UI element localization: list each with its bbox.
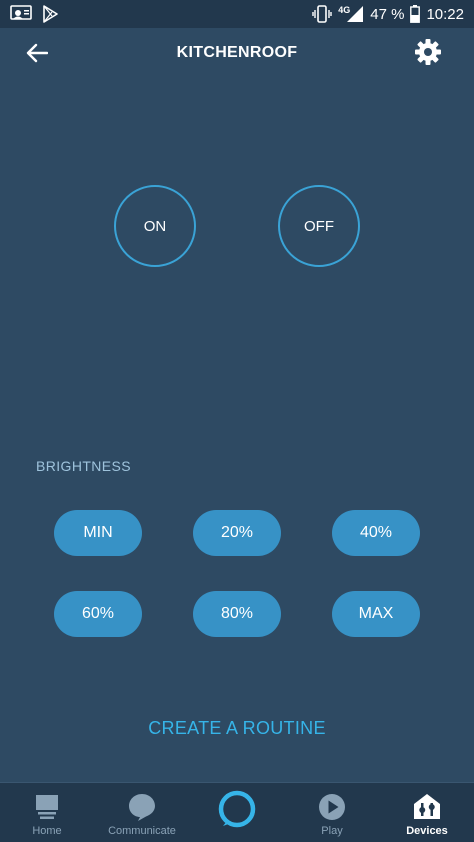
nav-communicate-label: Communicate [108, 825, 176, 837]
brightness-option-label: 40% [359, 524, 393, 541]
brightness-max-button[interactable]: MAX [332, 591, 420, 637]
play-store-icon [42, 5, 58, 23]
brightness-option-label: 80% [220, 605, 254, 622]
signal-icon: 4G [338, 5, 364, 23]
off-button[interactable]: OFF [278, 185, 360, 267]
clock: 10:22 [426, 5, 464, 23]
nav-alexa[interactable] [190, 783, 284, 842]
brightness-label: BRIGHTNESS [36, 458, 132, 474]
brightness-option-label: 60% [81, 605, 115, 622]
nav-play-label: Play [321, 825, 343, 837]
off-button-label: OFF [304, 217, 334, 235]
communicate-icon [127, 791, 157, 823]
status-right: 4G 47 % 10:22 [312, 5, 464, 23]
settings-button[interactable] [412, 38, 444, 70]
nav-home[interactable]: Home [0, 783, 94, 842]
battery-icon [410, 5, 421, 23]
status-bar: 4G 47 % 10:22 [0, 0, 474, 28]
brightness-option-label: MIN [83, 524, 113, 541]
nav-home-label: Home [32, 825, 62, 837]
brightness-option-label: MAX [358, 605, 394, 622]
create-routine-link[interactable]: CREATE A ROUTINE [0, 718, 474, 739]
header: KITCHENROOF [0, 28, 474, 80]
page-title: KITCHENROOF [176, 44, 298, 61]
contact-card-icon [10, 5, 32, 23]
brightness-min-button[interactable]: MIN [54, 510, 142, 556]
nav-devices-label: Devices [406, 825, 448, 837]
alexa-icon [217, 790, 257, 828]
on-button[interactable]: ON [114, 185, 196, 267]
brightness-40-button[interactable]: 40% [332, 510, 420, 556]
vibrate-icon [312, 5, 332, 23]
nav-play[interactable]: Play [285, 783, 379, 842]
devices-icon [412, 791, 442, 823]
home-icon [33, 791, 61, 823]
gear-icon [414, 38, 442, 71]
brightness-20-button[interactable]: 20% [193, 510, 281, 556]
play-icon [317, 791, 347, 823]
brightness-80-button[interactable]: 80% [193, 591, 281, 637]
nav-communicate[interactable]: Communicate [95, 783, 189, 842]
nav-devices[interactable]: Devices [380, 783, 474, 842]
brightness-option-label: 20% [220, 524, 254, 541]
network-type: 4G [338, 5, 351, 15]
battery-percent: 47 % [370, 5, 405, 23]
bottom-nav: Home Communicate Play Devices [0, 782, 474, 842]
brightness-60-button[interactable]: 60% [54, 591, 142, 637]
on-button-label: ON [143, 217, 167, 235]
status-left [10, 5, 58, 23]
